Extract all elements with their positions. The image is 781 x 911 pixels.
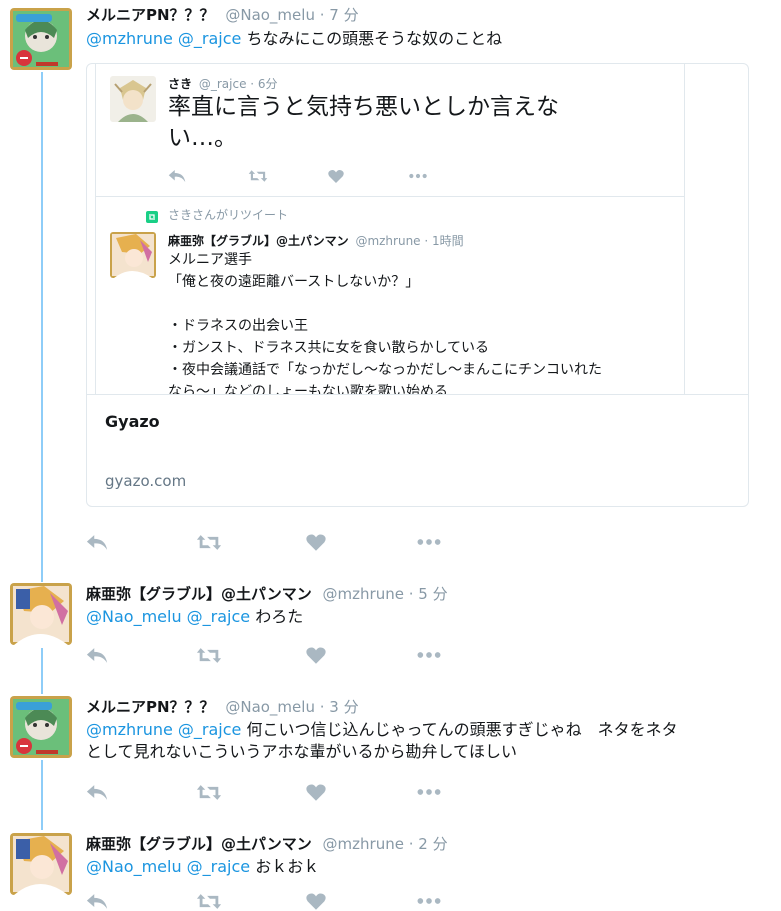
- avatar[interactable]: [10, 833, 72, 895]
- tweet-actions: [86, 891, 526, 911]
- retweet-icon: [196, 893, 222, 909]
- more-button[interactable]: [416, 891, 526, 911]
- more-icon: [417, 539, 441, 545]
- like-icon: [328, 168, 408, 187]
- retweet-button[interactable]: [196, 782, 306, 802]
- like-button[interactable]: [306, 891, 416, 911]
- maaya-avatar-icon: [10, 583, 72, 645]
- like-icon: [306, 893, 326, 910]
- user-handle[interactable]: @mzhrune: [323, 835, 404, 853]
- retweet-icon: [196, 647, 222, 663]
- tweet[interactable]: 麻亜弥【グラブル】@土パンマン @mzhrune · 5 分 @Nao_melu…: [0, 583, 781, 673]
- avatar[interactable]: [10, 8, 72, 70]
- reply-button[interactable]: [86, 645, 196, 665]
- tweet-text: @mzhrune @_rajce ちなみにこの頭悪そうな奴のことね: [86, 29, 503, 48]
- avatar[interactable]: [10, 696, 72, 758]
- tweet-header: メルニアPN？？？ @Nao_melu · 3 分: [86, 696, 359, 717]
- like-icon: [306, 784, 326, 801]
- divider: [87, 394, 748, 395]
- display-name[interactable]: 麻亜弥【グラブル】@土パンマン: [86, 585, 312, 603]
- retweeted-tweet-text: メルニア選手 「俺と夜の遠距離バーストしないか？」 ・ドラネスの出会い王 ・ガン…: [168, 252, 602, 394]
- mention-link[interactable]: @Nao_melu @_rajce: [86, 857, 250, 876]
- tweet-header: メルニアPN？？？ @Nao_melu · 7 分: [86, 4, 359, 25]
- avatar[interactable]: [10, 583, 72, 645]
- reply-icon: [168, 168, 248, 187]
- avatar: [110, 232, 156, 278]
- saki-avatar-icon: [110, 76, 156, 122]
- tweet-text: @Nao_melu @_rajce わろた: [86, 607, 304, 626]
- retweet-icon: [196, 784, 222, 800]
- display-name[interactable]: 麻亜弥【グラブル】@土パンマン: [86, 835, 312, 853]
- tweet-text: @Nao_melu @_rajce おｋおｋ: [86, 857, 320, 876]
- tweet-text: @mzhrune @_rajce 何こいつ信じ込んじゃってんの頭悪すぎじゃね ネ…: [86, 720, 678, 761]
- card-domain[interactable]: gyazo.com: [105, 472, 186, 490]
- retweet-button[interactable]: [196, 645, 306, 665]
- tweet-actions: [86, 645, 526, 665]
- reply-icon: [86, 784, 108, 800]
- user-handle: @_rajce: [198, 77, 247, 91]
- reply-button[interactable]: [86, 891, 196, 911]
- user-handle: @mzhrune: [355, 234, 421, 248]
- timestamp[interactable]: · 7 分: [320, 6, 359, 24]
- timestamp[interactable]: · 2 分: [409, 835, 448, 853]
- tweet[interactable]: メルニアPN？？？ @Nao_melu · 7 分 @mzhrune @_raj…: [0, 0, 781, 560]
- tweet[interactable]: メルニアPN？？？ @Nao_melu · 3 分 @mzhrune @_raj…: [0, 696, 781, 806]
- tweet[interactable]: 麻亜弥【グラブル】@土パンマン @mzhrune · 2 分 @Nao_melu…: [0, 833, 781, 910]
- timestamp[interactable]: · 5 分: [409, 585, 448, 603]
- melunia-avatar-icon: [10, 8, 72, 70]
- like-button[interactable]: [306, 782, 416, 802]
- card-title[interactable]: Gyazo: [105, 412, 160, 431]
- mention-link[interactable]: @mzhrune @_rajce: [86, 720, 241, 739]
- more-icon: [417, 898, 441, 904]
- link-card[interactable]: さき @_rajce · 6分 率直に言うと気持ち悪いとしか言えな い…。 さき…: [86, 63, 749, 507]
- reply-icon: [86, 534, 108, 550]
- more-button[interactable]: [416, 782, 526, 802]
- mention-link[interactable]: @Nao_melu @_rajce: [86, 607, 250, 626]
- mention-link[interactable]: @mzhrune @_rajce: [86, 29, 241, 48]
- more-button[interactable]: [416, 645, 526, 665]
- quoted-tweet-header: さき @_rajce · 6分: [168, 75, 278, 92]
- timestamp: · 6分: [250, 77, 278, 91]
- reply-button[interactable]: [86, 532, 196, 552]
- retweet-button[interactable]: [196, 891, 306, 911]
- like-icon: [306, 534, 326, 551]
- tweet-header: 麻亜弥【グラブル】@土パンマン @mzhrune · 5 分: [86, 583, 448, 604]
- retweet-label: さきさんがリツイート: [168, 208, 289, 222]
- maaya-avatar-icon: [110, 232, 156, 278]
- melunia-avatar-icon: [10, 696, 72, 758]
- reply-icon: [86, 647, 108, 663]
- more-icon: [417, 789, 441, 795]
- divider: [96, 196, 684, 197]
- display-name: さき: [168, 77, 193, 91]
- like-button[interactable]: [306, 532, 416, 552]
- tweet-actions: [86, 532, 526, 552]
- display-name[interactable]: メルニアPN？？？: [86, 6, 215, 24]
- maaya-avatar-icon: [10, 833, 72, 895]
- retweet-button[interactable]: [196, 532, 306, 552]
- timestamp[interactable]: · 3 分: [320, 698, 359, 716]
- more-icon: [417, 652, 441, 658]
- display-name[interactable]: メルニアPN？？？: [86, 698, 215, 716]
- avatar: [110, 76, 156, 122]
- user-handle[interactable]: @Nao_melu: [225, 698, 315, 716]
- reply-icon: [86, 893, 108, 909]
- reply-button[interactable]: [86, 782, 196, 802]
- quoted-tweet-screenshot: さき @_rajce · 6分 率直に言うと気持ち悪いとしか言えな い…。 さき…: [95, 64, 685, 394]
- quoted-tweet-actions: [168, 168, 488, 187]
- display-name: 麻亜弥【グラブル】@土パンマン: [168, 234, 349, 248]
- tweet-header: 麻亜弥【グラブル】@土パンマン @mzhrune · 2 分: [86, 833, 448, 854]
- timestamp: · 1時間: [424, 234, 464, 248]
- tweet-actions: [86, 782, 526, 802]
- retweeted-tweet-header: 麻亜弥【グラブル】@土パンマン @mzhrune · 1時間: [168, 232, 464, 249]
- quoted-tweet-text: 率直に言うと気持ち悪いとしか言えな い…。: [168, 94, 559, 151]
- like-button[interactable]: [306, 645, 416, 665]
- user-handle[interactable]: @Nao_melu: [225, 6, 315, 24]
- more-icon: [408, 168, 488, 187]
- retweet-icon: [248, 168, 328, 187]
- like-icon: [306, 647, 326, 664]
- retweet-label-icon: [146, 208, 158, 227]
- more-button[interactable]: [416, 532, 526, 552]
- retweet-icon: [196, 534, 222, 550]
- user-handle[interactable]: @mzhrune: [323, 585, 404, 603]
